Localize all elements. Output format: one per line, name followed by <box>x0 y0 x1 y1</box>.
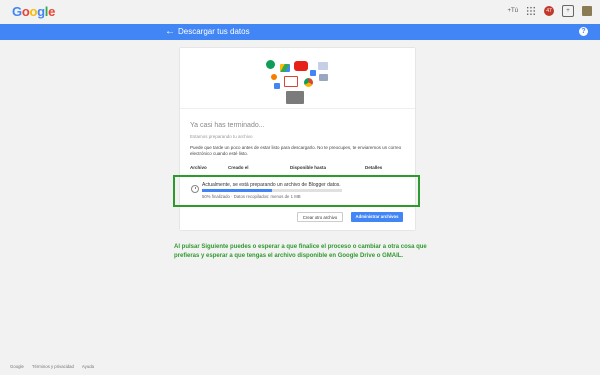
page-title: Descargar tus datos <box>178 27 250 36</box>
footer: Google Términos y privacidad Ayuda <box>10 364 94 369</box>
logo-letter: o <box>29 4 38 19</box>
footer-link-help[interactable]: Ayuda <box>82 364 94 369</box>
archive-status-detail: 50% finalizado · Datos recopilados: meno… <box>202 194 301 199</box>
archive-box-icon <box>286 91 304 104</box>
blogger-icon <box>271 74 277 80</box>
hangouts-icon <box>266 60 275 69</box>
contacts-icon <box>318 62 328 70</box>
logo-letter: G <box>12 4 22 19</box>
chrome-icon <box>304 78 313 87</box>
calendar-icon <box>310 70 316 76</box>
back-arrow-icon[interactable]: ← <box>165 25 175 39</box>
manage-archives-button[interactable]: Administrar archivos <box>351 212 403 222</box>
youtube-icon <box>294 61 308 71</box>
profile-card-icon <box>319 74 328 81</box>
preparing-text: Estamos preparando tu archivo <box>190 134 253 139</box>
clock-icon <box>191 185 199 193</box>
column-header-detalles: Detalles <box>365 165 383 170</box>
header-bar: ← Descargar tus datos ? <box>0 24 600 40</box>
notifications-icon[interactable]: 47 <box>544 6 554 16</box>
annotation-text: Al pulsar Siguiente puedes o esperar a q… <box>174 244 427 259</box>
progress-bar <box>202 189 342 192</box>
description-text: Puede que tarde un poco antes de estar l… <box>190 145 402 156</box>
plus-profile-link[interactable]: +Tú <box>507 8 518 14</box>
progress-fill <box>202 189 272 192</box>
avatar[interactable] <box>582 6 592 16</box>
help-icon[interactable]: ? <box>579 27 588 36</box>
drive-icon <box>280 64 290 72</box>
logo-letter: e <box>48 4 56 19</box>
gmail-icon <box>284 76 298 87</box>
top-right-controls: +Tú 47 + <box>507 5 592 17</box>
footer-link-google[interactable]: Google <box>10 364 24 369</box>
column-header-archivo: Archivo <box>190 165 207 170</box>
google-logo[interactable]: Google <box>12 4 55 19</box>
maps-icon <box>274 83 280 89</box>
products-illustration <box>180 48 415 109</box>
logo-letter: g <box>37 4 45 19</box>
create-other-archive-button[interactable]: Crear otro archivo <box>297 212 343 222</box>
column-header-creado: Creado el <box>228 165 249 170</box>
top-bar: Google +Tú 47 + <box>0 0 600 24</box>
share-icon[interactable]: + <box>562 5 574 17</box>
apps-grid-icon[interactable] <box>526 6 536 16</box>
column-header-disponible: Disponible hasta <box>290 165 327 170</box>
done-title: Ya casi has terminado... <box>190 122 265 129</box>
archive-status-message: Actualmente, se está preparando un archi… <box>202 182 341 188</box>
footer-link-terms[interactable]: Términos y privacidad <box>32 364 74 369</box>
logo-letter: o <box>21 4 30 19</box>
